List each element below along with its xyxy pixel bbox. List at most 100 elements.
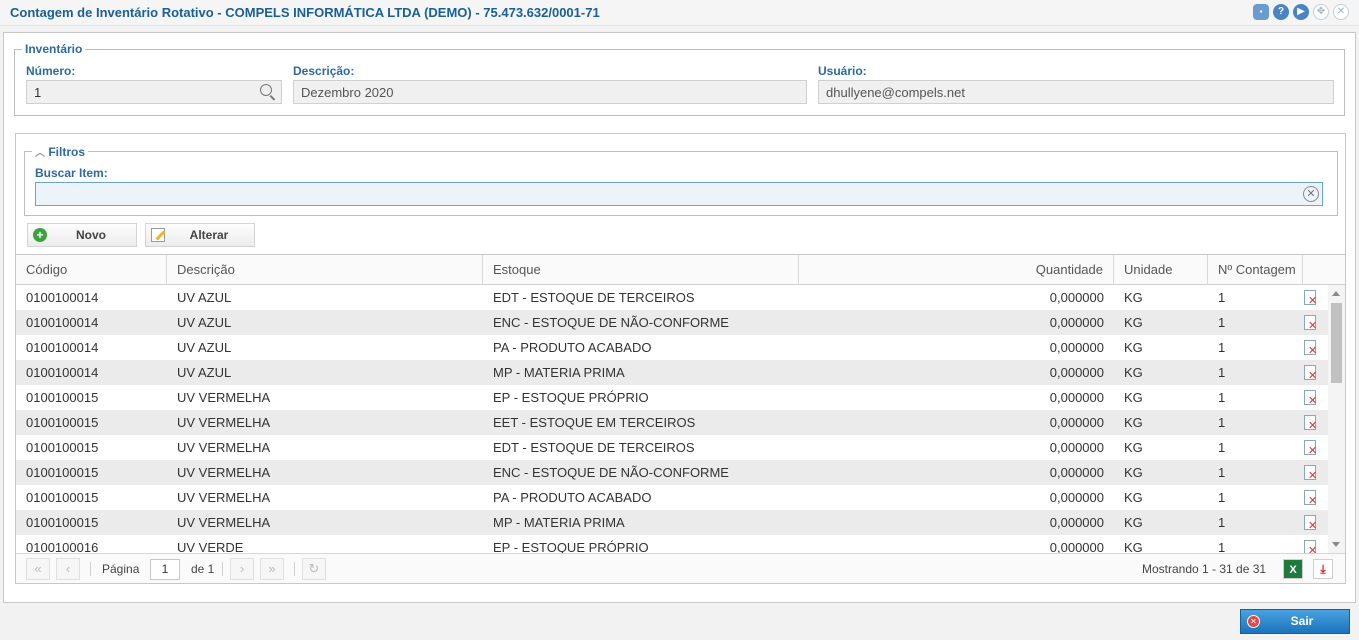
next-page-icon[interactable]: › [230,558,254,580]
usuario-value: dhullyene@compels.net [826,85,965,100]
pdf-delete-icon[interactable]: ✕ [1303,390,1319,407]
cell-unidade: KG [1124,440,1143,455]
clear-icon[interactable]: ✕ [1303,186,1319,202]
mostrando-text: Mostrando 1 - 31 de 31 [1142,562,1267,576]
table-row[interactable]: 0100100015 UV VERMELHA EDT - ESTOQUE DE TE… [16,435,1328,460]
chevron-up-icon: ︿ [35,148,45,159]
scroll-up-arrow-icon[interactable] [1332,291,1340,296]
pdf-delete-icon[interactable]: ✕ [1303,290,1319,307]
cell-unidade: KG [1124,390,1143,405]
cell-ncontagem: 1 [1218,340,1226,355]
cell-ncontagem: 1 [1218,415,1226,430]
table-row[interactable]: 0100100014 UV AZUL MP - MATERIA PRIMA 0,000… [16,360,1328,385]
help-icon[interactable]: ? [1273,4,1289,20]
cell-estoque: PA - PRODUTO ACABADO [493,490,652,505]
pdf-delete-icon[interactable]: ✕ [1303,440,1319,457]
main-panel: Inventário Número: 1 Descrição: Dezembro… [3,32,1356,603]
pdf-delete-icon[interactable]: ✕ [1303,515,1319,532]
cell-codigo: 0100100016 [26,540,99,553]
cell-estoque: ENC - ESTOQUE DE NÃO-CONFORME [493,465,729,480]
descricao-field[interactable]: Dezembro 2020 [293,80,807,104]
inventory-grid: Código Descrição Estoque Quantidade Unid… [15,254,1346,584]
pdf-delete-icon[interactable]: ✕ [1303,540,1319,553]
cell-descricao: UV AZUL [177,315,232,330]
pdf-delete-icon[interactable]: ✕ [1303,340,1319,357]
table-row[interactable]: 0100100014 UV AZUL ENC - ESTOQUE DE NÃO-CO… [16,310,1328,335]
cell-descricao: UV VERMELHA [177,490,271,505]
cell-quantidade: 0,000000 [1049,540,1104,553]
cell-ncontagem: 1 [1218,515,1226,530]
table-row[interactable]: 0100100015 UV VERMELHA EP - ESTOQUE PRÓPRI… [16,385,1328,410]
cell-estoque: EDT - ESTOQUE DE TERCEIROS [493,440,695,455]
chat-icon[interactable]: ▪ [1253,4,1269,20]
pager-separator [222,562,223,576]
buscar-item-input[interactable]: ✕ [35,182,1323,206]
pdf-export-icon[interactable]: ⤓ [1313,559,1333,579]
scroll-thumb[interactable] [1331,303,1342,383]
play-icon[interactable]: ▶ [1293,4,1309,20]
filtros-legend[interactable]: ︿ Filtros [32,144,88,159]
col-header-actions [1303,255,1345,285]
col-header-unidade[interactable]: Unidade [1114,255,1208,285]
inventario-legend: Inventário [25,42,83,56]
table-row[interactable]: 0100100014 UV AZUL EDT - ESTOQUE DE TERCEI… [16,285,1328,310]
cell-quantidade: 0,000000 [1049,390,1104,405]
cell-descricao: UV VERMELHA [177,440,271,455]
col-header-codigo[interactable]: Código [16,255,167,285]
page-number-input[interactable]: 1 [150,559,180,580]
table-row[interactable]: 0100100015 UV VERMELHA EET - ESTOQUE EM TE… [16,410,1328,435]
pdf-delete-icon[interactable]: ✕ [1303,315,1319,332]
cell-estoque: EP - ESTOQUE PRÓPRIO [493,390,649,405]
table-row[interactable]: 0100100015 UV VERMELHA PA - PRODUTO ACABAD… [16,485,1328,510]
cell-ncontagem: 1 [1218,365,1226,380]
last-page-icon[interactable]: » [260,558,284,580]
cell-estoque: MP - MATERIA PRIMA [493,515,625,530]
page-total-label: de 1 [191,562,215,576]
cell-ncontagem: 1 [1218,290,1226,305]
col-header-quantidade[interactable]: Quantidade [799,255,1114,285]
cell-ncontagem: 1 [1218,490,1226,505]
cell-codigo: 0100100014 [26,290,99,305]
vertical-scrollbar[interactable] [1328,285,1345,553]
cell-quantidade: 0,000000 [1049,415,1104,430]
cell-unidade: KG [1124,515,1143,530]
search-icon[interactable] [259,83,277,101]
move-icon[interactable]: ✥ [1313,4,1329,20]
scroll-down-arrow-icon[interactable] [1332,542,1340,547]
cell-descricao: UV VERMELHA [177,415,271,430]
numero-field[interactable]: 1 [26,80,282,104]
cell-descricao: UV VERMELHA [177,515,271,530]
inventario-fieldset: Inventário [14,42,1345,116]
cell-codigo: 0100100014 [26,365,99,380]
pdf-delete-icon[interactable]: ✕ [1303,365,1319,382]
table-row[interactable]: 0100100016 UV VERDE EP - ESTOQUE PRÓPRIO 0,… [16,535,1328,553]
col-header-ncontagem[interactable]: Nº Contagem [1208,255,1303,285]
col-header-descricao[interactable]: Descrição [167,255,483,285]
usuario-field[interactable]: dhullyene@compels.net [818,80,1334,104]
prev-page-icon[interactable]: ‹ [56,558,80,580]
table-row[interactable]: 0100100014 UV AZUL PA - PRODUTO ACABADO 0,0… [16,335,1328,360]
cell-ncontagem: 1 [1218,315,1226,330]
cell-unidade: KG [1124,540,1143,553]
cell-quantidade: 0,000000 [1049,440,1104,455]
cell-ncontagem: 1 [1218,465,1226,480]
excel-export-icon[interactable]: X [1283,559,1303,579]
descricao-label: Descrição: [293,64,355,78]
sair-button[interactable]: ✕ Sair [1240,609,1350,634]
table-row[interactable]: 0100100015 UV VERMELHA MP - MATERIA PRIMA 0… [16,510,1328,535]
refresh-icon[interactable]: ↻ [302,558,326,580]
pdf-delete-icon[interactable]: ✕ [1303,465,1319,482]
numero-label: Número: [26,64,76,78]
pagina-label: Página [102,562,140,576]
col-header-estoque[interactable]: Estoque [483,255,799,285]
cell-quantidade: 0,000000 [1049,315,1104,330]
pdf-delete-icon[interactable]: ✕ [1303,415,1319,432]
usuario-label: Usuário: [818,64,867,78]
close-icon[interactable]: ✕ [1333,4,1349,20]
alterar-button[interactable]: Alterar [145,223,255,247]
first-page-icon[interactable]: « [26,558,50,580]
table-row[interactable]: 0100100015 UV VERMELHA ENC - ESTOQUE DE NÃ… [16,460,1328,485]
novo-button[interactable]: + Novo [27,223,137,247]
grid-header: Código Descrição Estoque Quantidade Unid… [16,255,1345,285]
pdf-delete-icon[interactable]: ✕ [1303,490,1319,507]
